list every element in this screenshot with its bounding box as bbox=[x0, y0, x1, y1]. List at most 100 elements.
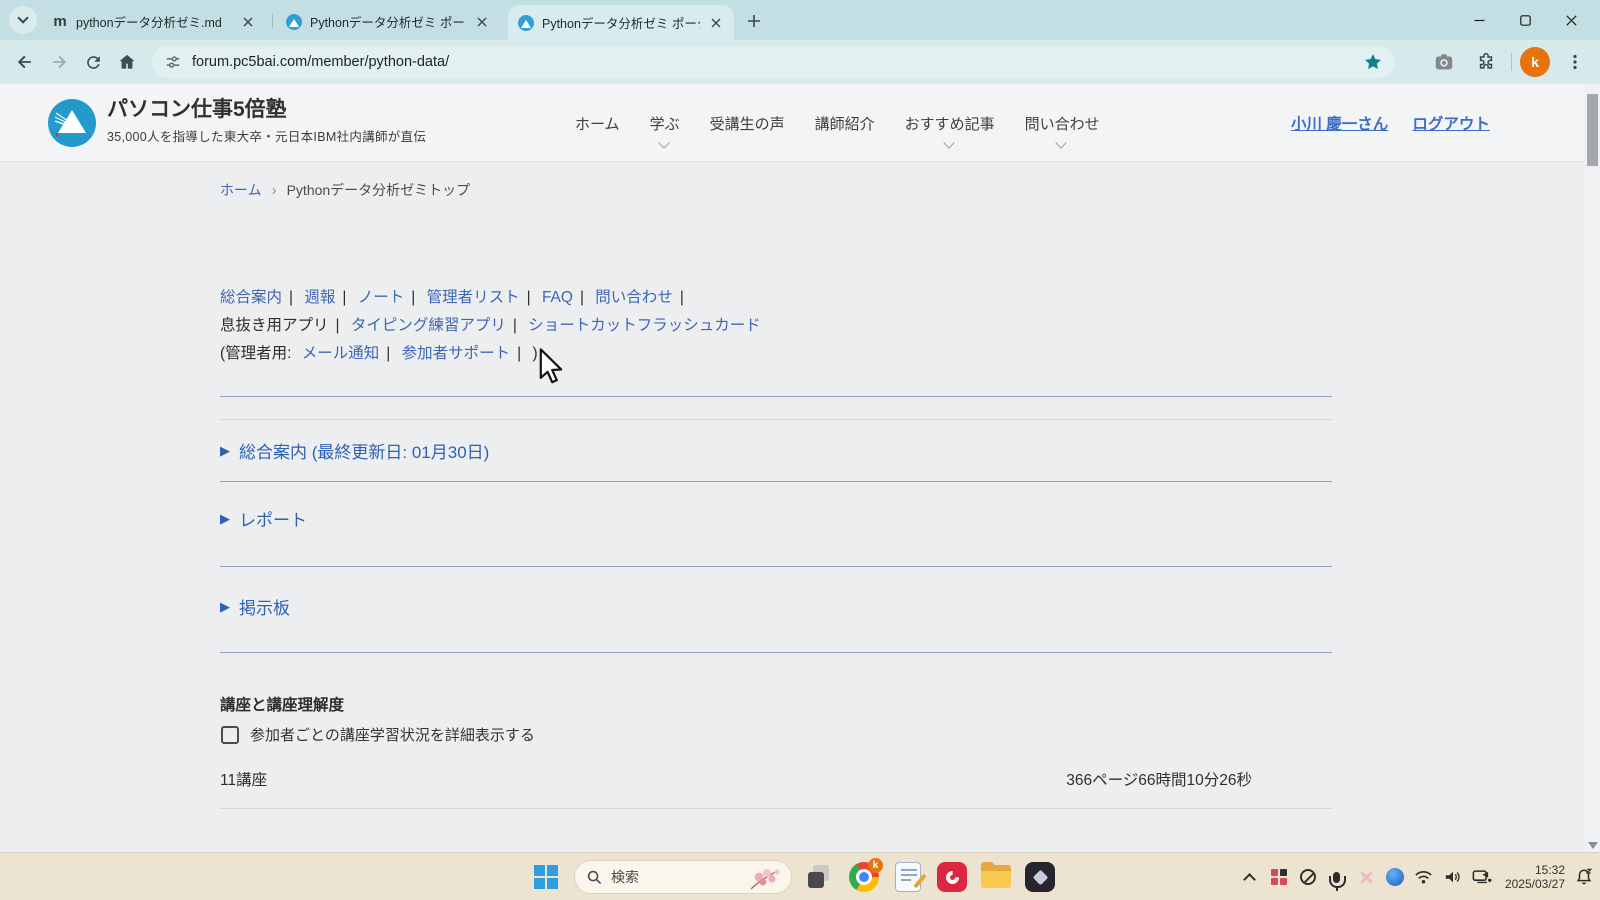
taskbar-search-box[interactable]: 検索 bbox=[574, 860, 792, 894]
tab-close-icon[interactable] bbox=[240, 14, 256, 30]
task-view-button[interactable] bbox=[804, 861, 836, 893]
scroll-down-icon[interactable] bbox=[1588, 842, 1598, 849]
task-view-icon bbox=[808, 872, 824, 888]
chrome-taskbar-button[interactable]: k bbox=[848, 861, 880, 893]
divider bbox=[220, 419, 1332, 420]
notification-bell-dnd-icon[interactable] bbox=[1574, 867, 1594, 887]
pipe-separator: | bbox=[411, 289, 415, 306]
logout-link[interactable]: ログアウト bbox=[1412, 112, 1490, 134]
browser-tab-portal-2-active[interactable]: Pythonデータ分析ゼミ ポータルトップ bbox=[508, 5, 734, 40]
link-participant-support[interactable]: 参加者サポート bbox=[402, 345, 511, 362]
site-logo[interactable] bbox=[48, 99, 96, 147]
tab-title: Pythonデータ分析ゼミ ポータルトップ bbox=[310, 12, 466, 31]
site-tagline: 35,000人を指導した東大卒・元日本IBM社内講師が直伝 bbox=[107, 126, 426, 145]
chevron-up-icon bbox=[1244, 873, 1257, 886]
dark-app-button[interactable] bbox=[1024, 861, 1056, 893]
checkbox-label[interactable]: 参加者ごとの講座学習状況を詳細表示する bbox=[250, 724, 535, 745]
wifi-icon[interactable] bbox=[1414, 867, 1434, 887]
link-mail-notification[interactable]: メール通知 bbox=[302, 345, 380, 362]
window-minimize-button[interactable] bbox=[1456, 0, 1502, 40]
chevron-down-icon bbox=[1055, 137, 1066, 148]
reload-button[interactable] bbox=[76, 45, 110, 79]
courses-heading: 講座と講座理解度 bbox=[220, 693, 344, 715]
system-tray: 15:32 2025/03/27 bbox=[1240, 853, 1594, 900]
divider bbox=[220, 808, 1332, 809]
start-button[interactable] bbox=[530, 861, 562, 893]
tab-search-button[interactable] bbox=[9, 6, 37, 34]
site-info-icon[interactable] bbox=[164, 53, 182, 71]
section-board[interactable]: ▶ 掲示板 bbox=[220, 594, 290, 619]
link-weekly-report[interactable]: 週報 bbox=[304, 289, 335, 306]
chevron-down-icon bbox=[943, 137, 954, 148]
microphone-icon[interactable] bbox=[1327, 867, 1347, 887]
divider bbox=[220, 652, 1332, 653]
link-faq[interactable]: FAQ bbox=[542, 289, 573, 306]
bookmark-star-icon[interactable] bbox=[1363, 52, 1383, 72]
folder-icon bbox=[981, 865, 1011, 889]
site-favicon bbox=[518, 15, 534, 31]
tray-close-x-icon[interactable] bbox=[1356, 867, 1376, 887]
tray-blocked-circle-icon[interactable] bbox=[1298, 867, 1318, 887]
notepad-taskbar-button[interactable] bbox=[892, 861, 924, 893]
scrollbar-thumb[interactable] bbox=[1587, 94, 1598, 166]
browser-tabstrip: m pythonデータ分析ゼミ.md Pythonデータ分析ゼミ ポータルトップ… bbox=[0, 0, 1600, 40]
home-button[interactable] bbox=[110, 45, 144, 79]
tray-blue-app-icon[interactable] bbox=[1385, 867, 1405, 887]
link-contact[interactable]: 問い合わせ bbox=[595, 289, 673, 306]
section-reports[interactable]: ▶ レポート bbox=[220, 506, 307, 531]
link-admin-list[interactable]: 管理者リスト bbox=[427, 289, 520, 306]
toolbar-right-cluster: k bbox=[1427, 40, 1592, 84]
windows-taskbar: 検索 k bbox=[0, 852, 1600, 900]
nav-item-home[interactable]: ホーム bbox=[575, 84, 620, 162]
breadcrumb-current: Pythonデータ分析ゼミトップ bbox=[287, 180, 471, 200]
divider bbox=[220, 396, 1332, 397]
page-scrollbar[interactable] bbox=[1585, 84, 1600, 852]
nav-item-articles[interactable]: おすすめ記事 bbox=[905, 84, 995, 162]
clipchamp-taskbar-button[interactable] bbox=[936, 861, 968, 893]
detail-display-option: 参加者ごとの講座学習状況を詳細表示する bbox=[221, 724, 535, 745]
file-explorer-button[interactable] bbox=[980, 861, 1012, 893]
volume-icon[interactable] bbox=[1443, 867, 1463, 887]
nav-item-learn[interactable]: 学ぶ bbox=[650, 84, 680, 162]
screenshot-camera-icon[interactable] bbox=[1427, 45, 1461, 79]
tab-close-icon[interactable] bbox=[708, 15, 724, 31]
screen-cast-icon[interactable] bbox=[1472, 867, 1492, 887]
profile-avatar[interactable]: k bbox=[1520, 47, 1550, 77]
browser-tab-markdown[interactable]: m pythonデータ分析ゼミ.md bbox=[42, 5, 266, 38]
site-header: パソコン仕事5倍塾 35,000人を指導した東大卒・元日本IBM社内講師が直伝 … bbox=[0, 84, 1600, 162]
detail-display-checkbox[interactable] bbox=[221, 726, 239, 744]
breadcrumb-separator: › bbox=[272, 182, 277, 199]
link-notes[interactable]: ノート bbox=[358, 289, 405, 306]
browser-menu-icon[interactable] bbox=[1558, 45, 1592, 79]
new-tab-button[interactable] bbox=[742, 9, 766, 33]
nav-item-voices[interactable]: 受講生の声 bbox=[710, 84, 785, 162]
tray-expand-button[interactable] bbox=[1240, 867, 1260, 887]
address-bar[interactable]: forum.pc5bai.com/member/python-data/ bbox=[152, 46, 1395, 78]
tray-app-icon-grid[interactable] bbox=[1269, 867, 1289, 887]
link-shortcut-flashcards[interactable]: ショートカットフラッシュカード bbox=[528, 317, 761, 334]
user-name-link[interactable]: 小川 慶一さん bbox=[1291, 112, 1388, 134]
label-admin-prefix: (管理者用: bbox=[220, 345, 291, 362]
nav-item-contact[interactable]: 問い合わせ bbox=[1025, 84, 1100, 162]
quicklinks-row-3: (管理者用: メール通知| 参加者サポート| ) bbox=[220, 341, 538, 363]
label-break-apps: 息抜き用アプリ bbox=[220, 317, 329, 334]
site-favicon bbox=[286, 14, 302, 30]
extensions-puzzle-icon[interactable] bbox=[1469, 45, 1503, 79]
browser-tab-portal-1[interactable]: Pythonデータ分析ゼミ ポータルトップ bbox=[276, 5, 500, 38]
link-general-info[interactable]: 総合案内 bbox=[220, 289, 282, 306]
nav-item-instructors[interactable]: 講師紹介 bbox=[815, 84, 875, 162]
taskbar-center-icons: 検索 k bbox=[530, 853, 1056, 900]
forward-button[interactable] bbox=[42, 45, 76, 79]
search-placeholder: 検索 bbox=[611, 867, 639, 887]
link-typing-app[interactable]: タイピング練習アプリ bbox=[351, 317, 506, 334]
divider bbox=[220, 566, 1332, 567]
section-general-info[interactable]: ▶ 総合案内 (最終更新日: 01月30日) bbox=[220, 438, 489, 463]
site-name[interactable]: パソコン仕事5倍塾 bbox=[107, 93, 287, 123]
window-maximize-button[interactable] bbox=[1502, 0, 1548, 40]
breadcrumb-home-link[interactable]: ホーム bbox=[220, 180, 262, 200]
window-close-button[interactable] bbox=[1548, 0, 1594, 40]
taskbar-clock[interactable]: 15:32 2025/03/27 bbox=[1505, 863, 1565, 891]
window-controls bbox=[1456, 0, 1594, 40]
back-button[interactable] bbox=[8, 45, 42, 79]
tab-close-icon[interactable] bbox=[474, 14, 490, 30]
